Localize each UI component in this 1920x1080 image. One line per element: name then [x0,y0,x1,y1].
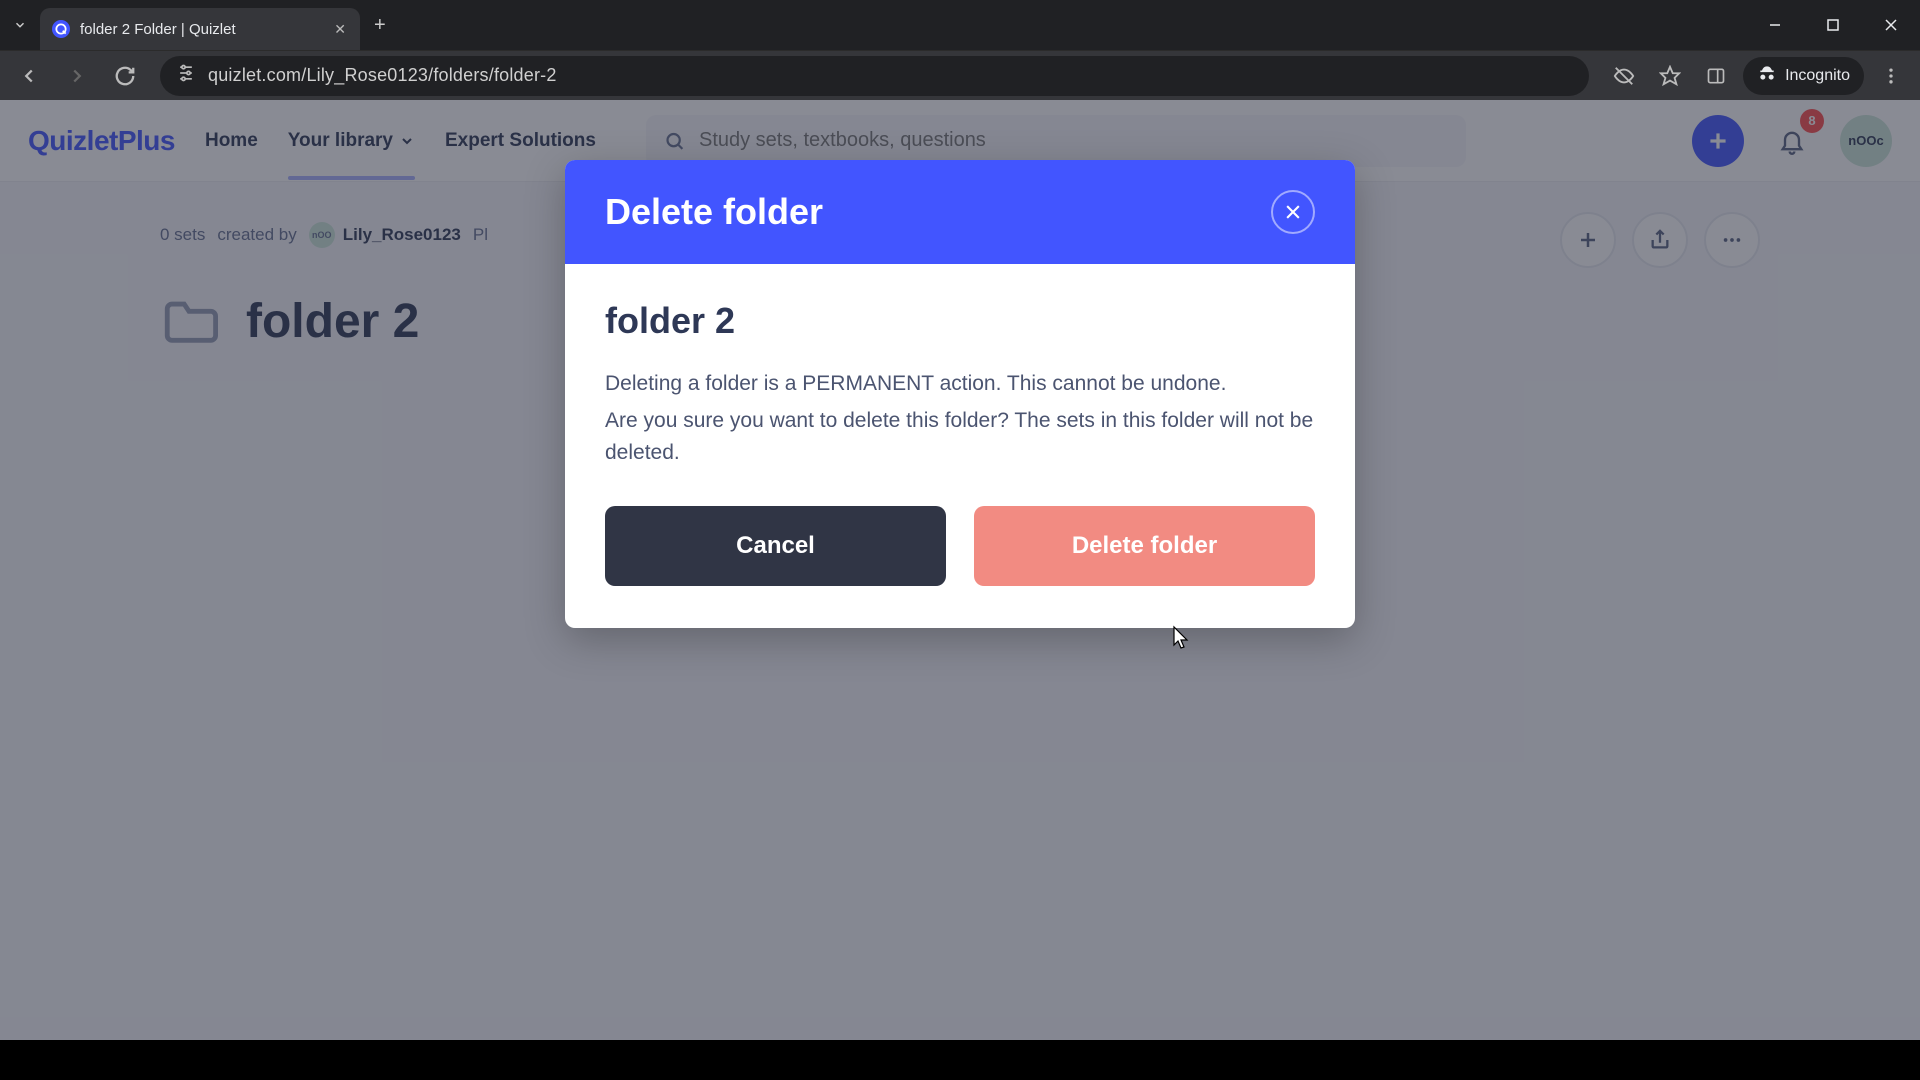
back-button[interactable] [10,57,48,95]
delete-folder-button[interactable]: Delete folder [974,506,1315,586]
close-tab-icon[interactable]: ✕ [334,21,346,38]
forward-button[interactable] [58,57,96,95]
dialog-close-button[interactable] [1271,190,1315,234]
bottom-black-bar [0,1040,1920,1080]
site-settings-icon[interactable] [176,63,196,88]
window-controls [1746,0,1920,50]
eye-off-icon[interactable] [1605,57,1643,95]
dialog-warning-line2: Are you sure you want to delete this fol… [605,405,1315,470]
tab-search-button[interactable] [0,18,40,32]
maximize-button[interactable] [1804,0,1862,50]
incognito-chip[interactable]: Incognito [1743,57,1864,95]
quizlet-favicon-icon [52,20,70,38]
close-icon [1283,202,1303,222]
reload-button[interactable] [106,57,144,95]
side-panel-icon[interactable] [1697,57,1735,95]
modal-overlay[interactable]: Delete folder folder 2 Deleting a folder… [0,100,1920,1040]
page-viewport: QuizletPlus Home Your library Expert Sol… [0,100,1920,1040]
delete-folder-dialog: Delete folder folder 2 Deleting a folder… [565,160,1355,628]
dialog-warning-line1: Deleting a folder is a PERMANENT action.… [605,368,1315,401]
bookmark-star-icon[interactable] [1651,57,1689,95]
incognito-icon [1757,63,1777,88]
url-text: quizlet.com/Lily_Rose0123/folders/folder… [208,65,557,86]
address-bar: quizlet.com/Lily_Rose0123/folders/folder… [0,50,1920,100]
dialog-title: Delete folder [605,191,823,233]
incognito-label: Incognito [1785,67,1850,85]
browser-titlebar: folder 2 Folder | Quizlet ✕ + [0,0,1920,50]
minimize-button[interactable] [1746,0,1804,50]
tab-title: folder 2 Folder | Quizlet [80,21,324,38]
browser-tab[interactable]: folder 2 Folder | Quizlet ✕ [40,8,360,50]
browser-menu-button[interactable] [1872,57,1910,95]
new-tab-button[interactable]: + [360,14,400,37]
url-field[interactable]: quizlet.com/Lily_Rose0123/folders/folder… [160,56,1589,96]
dialog-folder-name: folder 2 [605,300,1315,342]
cancel-button[interactable]: Cancel [605,506,946,586]
close-window-button[interactable] [1862,0,1920,50]
